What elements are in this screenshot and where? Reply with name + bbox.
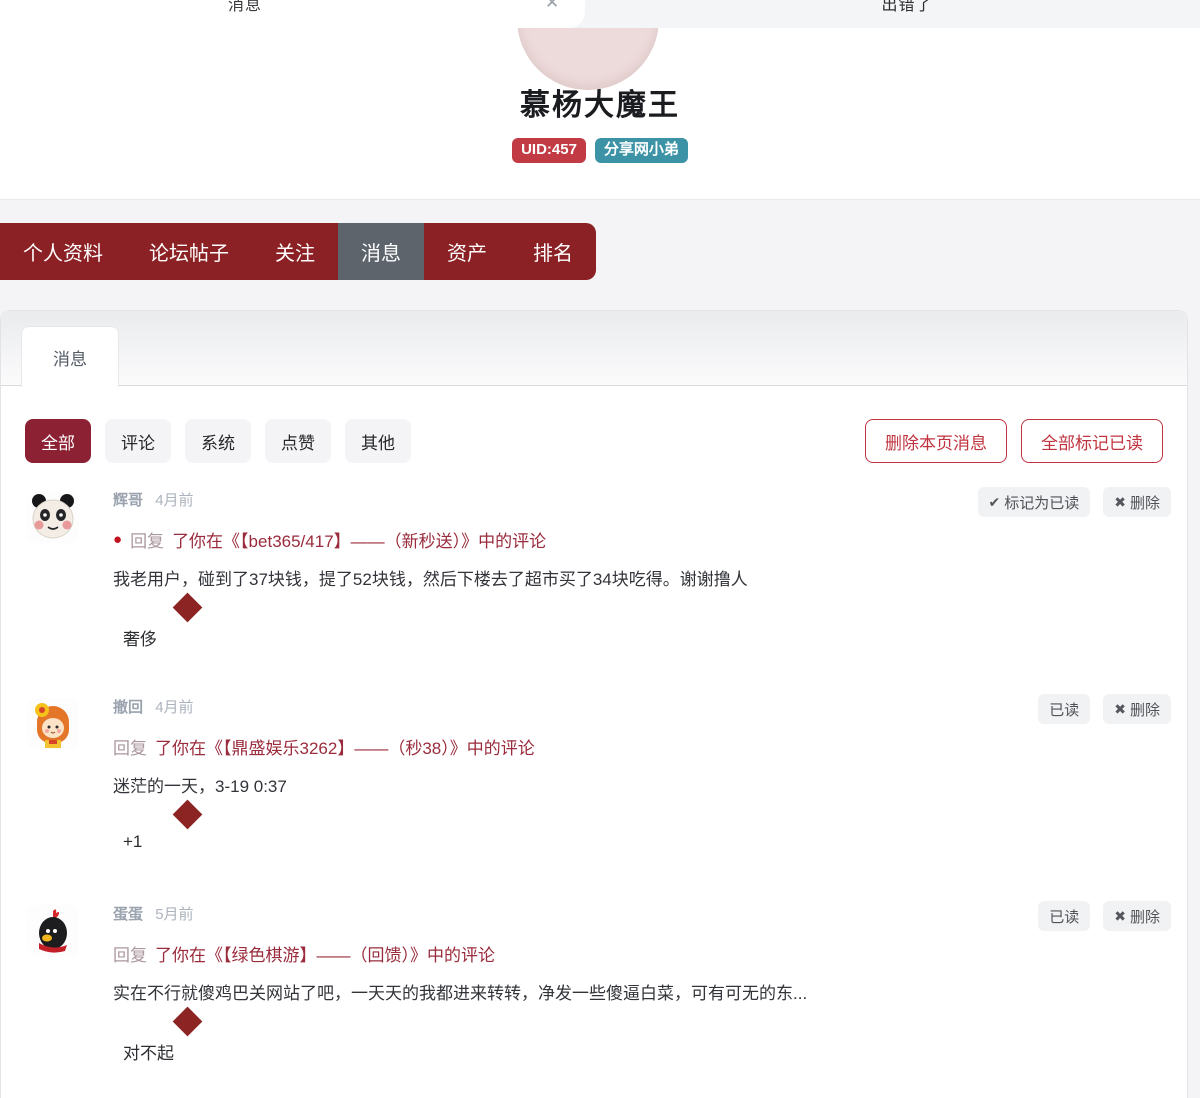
thread-link[interactable]: 了你在《【bet365/417】——（新秒送）》中的评论 (172, 527, 546, 552)
page: 消息 ✕ 出错了 慕杨大魔王 UID:457 分享网小弟 个人资料 论坛帖子 关… (0, 0, 1200, 1098)
message-header: 蛋蛋 5月前 (113, 903, 194, 924)
quoted-comment: +1 (123, 832, 142, 852)
tab-close-icon[interactable]: ✕ (545, 0, 559, 13)
quoted-comment: 奢侈 (123, 625, 157, 650)
reply-verb: 回复 (130, 527, 164, 552)
tab-messages[interactable]: 消息 (21, 326, 119, 387)
delete-button[interactable]: ✖ 删除 (1103, 487, 1171, 517)
thread-link[interactable]: 了你在《【鼎盛娱乐3262】——（秒38）》中的评论 (155, 734, 535, 759)
avatar[interactable] (27, 905, 79, 957)
reply-verb: 回复 (113, 941, 147, 966)
quoted-comment: 对不起 (123, 1039, 174, 1064)
read-status-label: 已读 (1049, 699, 1079, 720)
filter-likes[interactable]: 点赞 (265, 419, 331, 463)
uid-badge: UID:457 (512, 138, 586, 163)
check-icon: ✔ (989, 494, 1001, 511)
nav-item-posts[interactable]: 论坛帖子 (126, 223, 252, 280)
avatar[interactable] (27, 698, 79, 750)
nav-item-follow[interactable]: 关注 (252, 223, 338, 280)
profile-nav: 个人资料 论坛帖子 关注 消息 资产 排名 (0, 223, 596, 280)
message-time: 4月前 (155, 699, 193, 716)
read-status-button[interactable]: 已读 (1038, 694, 1090, 724)
delete-button[interactable]: ✖ 删除 (1103, 694, 1171, 724)
x-icon: ✖ (1114, 701, 1126, 718)
message-item: 蛋蛋 5月前 已读 ✖ 删除 回复 了你在《【绿色棋游】——（回馈）》中的评论 … (1, 901, 1189, 1077)
message-body: 我老用户，碰到了37块钱，提了52块钱，然后下楼去了超市买了34块吃得。谢谢撸人 (113, 565, 1113, 590)
message-header: 撤回 4月前 (113, 696, 194, 717)
message-username[interactable]: 撤回 (113, 699, 143, 716)
message-username[interactable]: 辉哥 (113, 492, 143, 509)
message-header: 辉哥 4月前 (113, 489, 194, 510)
nav-item-messages[interactable]: 消息 (338, 223, 424, 280)
quote-diamond-icon (173, 1007, 203, 1037)
quote-diamond-icon (173, 800, 203, 830)
unread-dot-icon: ● (113, 532, 122, 547)
reply-verb: 回复 (113, 734, 147, 759)
panda-meme-avatar (27, 491, 79, 543)
x-icon: ✖ (1114, 494, 1126, 511)
message-time: 4月前 (155, 492, 193, 509)
delete-label: 删除 (1130, 699, 1160, 720)
filter-row: 全部 评论 系统 点赞 其他 (25, 419, 411, 463)
filter-other[interactable]: 其他 (345, 419, 411, 463)
nav-item-profile[interactable]: 个人资料 (0, 223, 126, 280)
quote-diamond-icon (173, 593, 203, 623)
thread-link[interactable]: 了你在《【绿色棋游】——（回馈）》中的评论 (155, 941, 495, 966)
message-link-row: ● 回复 了你在《【bet365/417】——（新秒送）》中的评论 (113, 527, 546, 552)
messages-card: 消息 全部 评论 系统 点赞 其他 删除本页消息 全部标记已读 (0, 310, 1188, 1098)
avatar[interactable] (27, 491, 79, 543)
message-link-row: 回复 了你在《【绿色棋游】——（回馈）》中的评论 (113, 941, 495, 966)
x-icon: ✖ (1114, 908, 1126, 925)
message-item: 辉哥 4月前 ✔ 标记为已读 ✖ 删除 ● 回复 了你在《【bet365/417… (1, 487, 1189, 663)
delete-label: 删除 (1130, 906, 1160, 927)
profile-header: 慕杨大魔王 UID:457 分享网小弟 (0, 28, 1200, 200)
mark-read-button[interactable]: ✔ 标记为已读 (978, 487, 1091, 517)
filter-comments[interactable]: 评论 (105, 419, 171, 463)
message-actions: 已读 ✖ 删除 (1038, 694, 1171, 724)
message-time: 5月前 (155, 906, 193, 923)
browser-tab-inactive-title[interactable]: 出错了 (862, 0, 952, 15)
delete-page-messages-button[interactable]: 删除本页消息 (865, 419, 1007, 463)
mark-all-read-button[interactable]: 全部标记已读 (1021, 419, 1163, 463)
delete-label: 删除 (1130, 492, 1160, 513)
card-header (1, 311, 1187, 386)
message-link-row: 回复 了你在《【鼎盛娱乐3262】——（秒38）》中的评论 (113, 734, 535, 759)
nav-item-assets[interactable]: 资产 (424, 223, 510, 280)
browser-tab-active[interactable] (0, 0, 585, 28)
bulk-actions: 删除本页消息 全部标记已读 (865, 419, 1163, 463)
filter-system[interactable]: 系统 (185, 419, 251, 463)
filter-all[interactable]: 全部 (25, 419, 91, 463)
mark-read-label: 标记为已读 (1004, 492, 1079, 513)
browser-tab-strip: 消息 ✕ 出错了 (0, 0, 1200, 28)
nav-item-rank[interactable]: 排名 (510, 223, 596, 280)
message-username[interactable]: 蛋蛋 (113, 906, 143, 923)
message-actions: ✔ 标记为已读 ✖ 删除 (978, 487, 1172, 517)
message-item: 撤回 4月前 已读 ✖ 删除 回复 了你在《【鼎盛娱乐3262】——（秒38）》… (1, 694, 1189, 870)
read-status-button[interactable]: 已读 (1038, 901, 1090, 931)
role-badge: 分享网小弟 (595, 138, 688, 163)
profile-badges: UID:457 分享网小弟 (0, 138, 1200, 163)
browser-tab-active-title[interactable]: 消息 (205, 0, 285, 15)
message-actions: 已读 ✖ 删除 (1038, 901, 1171, 931)
girl-avatar (27, 698, 79, 750)
delete-button[interactable]: ✖ 删除 (1103, 901, 1171, 931)
message-body: 迷茫的一天，3-19 0:37 (113, 772, 1113, 797)
message-body: 实在不行就傻鸡巴关网站了吧，一天天的我都进来转转，净发一些傻逼白菜，可有可无的东… (113, 979, 1113, 1004)
read-status-label: 已读 (1049, 906, 1079, 927)
bird-avatar (27, 905, 79, 957)
